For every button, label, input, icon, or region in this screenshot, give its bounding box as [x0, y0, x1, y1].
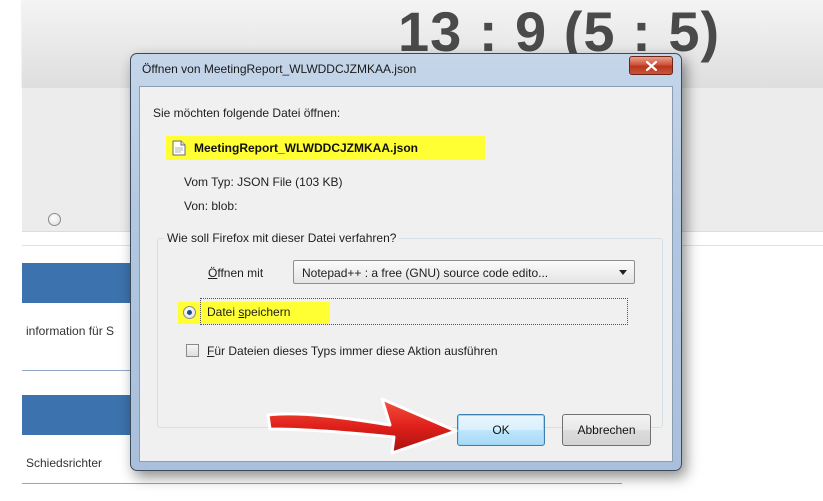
save-file-text-prefix: Datei [207, 305, 239, 319]
save-file-label[interactable]: Datei speichern [207, 305, 290, 319]
file-source-value: blob: [211, 199, 238, 213]
panel-referee-rule [22, 483, 622, 484]
file-type-value: JSON File (103 KB) [237, 175, 343, 189]
question-label: Sie möchten folgende Datei öffnen: [153, 106, 341, 120]
radio-selected-dot [187, 310, 192, 315]
save-file-text-rest: peichern [244, 305, 291, 319]
open-with-text: ffnen mit [217, 266, 264, 280]
always-do-text: ür Dateien dieses Typs immer diese Aktio… [214, 344, 498, 358]
close-button[interactable] [629, 56, 673, 75]
cancel-button[interactable]: Abbrechen [562, 414, 651, 446]
open-with-label[interactable]: Öffnen mit [208, 266, 263, 280]
screenshot: 13 : 9 (5 : 5) information für S Schieds… [0, 0, 823, 501]
panel-referee-text: Schiedsrichter [26, 456, 103, 470]
action-group-title: Wie soll Firefox mit dieser Datei verfah… [164, 231, 400, 245]
always-do-label[interactable]: Für Dateien dieses Typs immer diese Akti… [207, 344, 498, 358]
file-row: MeetingReport_WLWDDCJZMKAA.json [166, 136, 485, 160]
always-do-checkbox[interactable] [186, 344, 199, 357]
file-name: MeetingReport_WLWDDCJZMKAA.json [194, 141, 418, 155]
score-display: 13 : 9 (5 : 5) [398, 0, 721, 63]
file-type-label: Vom Typ: [184, 175, 234, 189]
open-with-mnemonic: Ö [208, 266, 218, 280]
panel-info-text: information für S [26, 324, 115, 338]
red-arrow-icon [266, 397, 458, 455]
file-document-icon [172, 140, 186, 156]
file-type: Vom Typ: JSON File (103 KB) [184, 175, 343, 189]
open-with-radio[interactable] [48, 213, 61, 226]
file-source-label: Von: [184, 199, 209, 213]
dialog-titlebar[interactable]: Öffnen von MeetingReport_WLWDDCJZMKAA.js… [131, 54, 681, 84]
open-with-select-value: Notepad++ : a free (GNU) source code edi… [302, 266, 549, 280]
dialog-title: Öffnen von MeetingReport_WLWDDCJZMKAA.js… [142, 62, 417, 76]
save-file-radio[interactable] [183, 306, 196, 319]
close-x-icon [645, 60, 657, 71]
open-with-select[interactable]: Notepad++ : a free (GNU) source code edi… [293, 260, 635, 284]
ok-button[interactable]: OK [457, 414, 545, 446]
file-source: Von: blob: [184, 199, 237, 213]
chevron-down-icon [619, 270, 627, 275]
